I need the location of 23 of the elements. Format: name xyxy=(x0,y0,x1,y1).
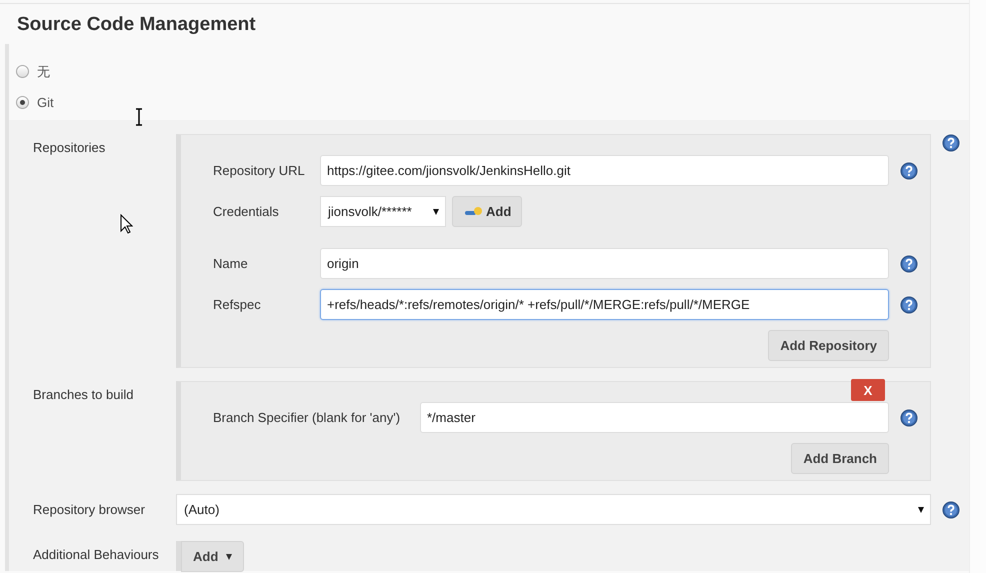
field-label: Repository URL xyxy=(213,163,306,178)
add-repository-button[interactable]: Add Repository xyxy=(768,330,889,361)
section-label: Additional Behaviours xyxy=(32,546,160,562)
add-credentials-button[interactable]: Add xyxy=(452,196,522,227)
radio-label: Git xyxy=(37,95,54,110)
add-branch-button[interactable]: Add Branch xyxy=(791,443,889,474)
field-label: Refspec xyxy=(213,297,262,312)
delete-button[interactable]: X xyxy=(851,379,885,401)
text-field[interactable]: */master xyxy=(420,402,889,433)
text-field[interactable]: +refs/heads/*:refs/remotes/origin/* +refs/pull/*/MERGE:refs/pull/*/MERGE xyxy=(320,289,889,320)
credentials-select[interactable]: jionsvolk/****** xyxy=(320,196,446,227)
section-label: Repositories xyxy=(32,139,106,155)
field-label: Name xyxy=(213,256,249,271)
section-title: Source Code Management xyxy=(16,13,257,37)
text-field[interactable]: https://gitee.com/jionsvolk/JenkinsHello.git xyxy=(320,155,889,186)
section-label: Branches to build xyxy=(32,386,134,402)
add-dropdown-button[interactable]: Add xyxy=(181,541,244,572)
radio-label: 无 xyxy=(37,62,50,80)
field-label: Credentials xyxy=(213,204,280,219)
field-label: Branch Specifier (blank for 'any') xyxy=(213,410,402,425)
repository-browser-select[interactable]: (Auto) xyxy=(176,494,931,525)
text-field[interactable]: origin xyxy=(320,248,889,279)
section-label: Repository browser xyxy=(32,502,146,517)
